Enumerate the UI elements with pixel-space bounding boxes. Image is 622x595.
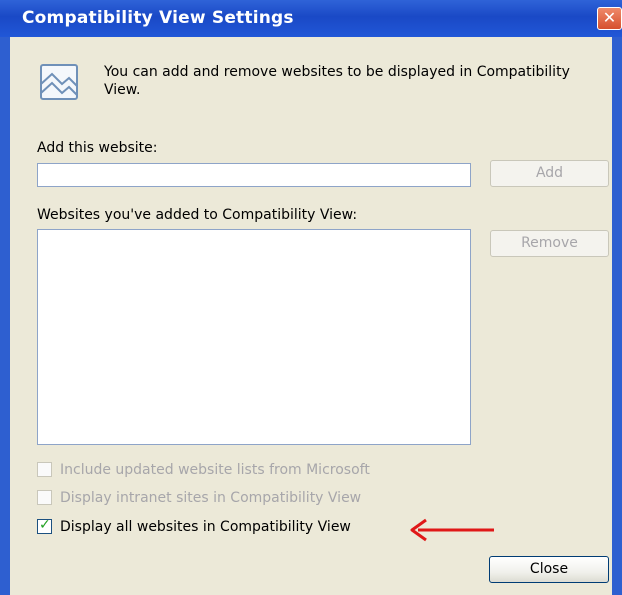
add-website-label: Add this website: [37,140,158,156]
websites-list[interactable] [37,229,471,445]
compatibility-view-dialog: Compatibility View Settings ✕ You can ad… [0,0,622,595]
remove-button[interactable]: Remove [490,230,609,257]
websites-list-label: Websites you've added to Compatibility V… [37,207,358,223]
info-text: You can add and remove websites to be di… [104,64,570,98]
red-arrow-icon [410,518,494,542]
option-display-intranet[interactable]: Display intranet sites in Compatibility … [37,488,457,508]
window-frame-right [612,37,622,595]
include-updated-lists-checkbox[interactable] [37,462,52,477]
close-icon: ✕ [602,8,617,27]
window-close-button[interactable]: ✕ [597,7,622,30]
title-bar[interactable]: Compatibility View Settings ✕ [0,0,622,37]
display-all-websites-checkbox[interactable]: ✓ [37,517,52,534]
compatibility-view-icon [40,64,78,100]
display-all-websites-label: Display all websites in Compatibility Vi… [60,519,351,535]
checkmark-icon: ✓ [39,517,51,533]
add-website-input[interactable] [37,163,471,187]
option-include-updated-lists[interactable]: Include updated website lists from Micro… [37,460,457,480]
option-display-all-websites[interactable]: ✓ Display all websites in Compatibility … [37,517,457,537]
display-intranet-label: Display intranet sites in Compatibility … [60,490,362,506]
add-button[interactable]: Add [490,160,609,187]
display-intranet-checkbox[interactable] [37,490,52,505]
window-frame-left [0,37,10,595]
include-updated-lists-label: Include updated website lists from Micro… [60,462,370,478]
close-button[interactable]: Close [489,556,609,583]
window-title: Compatibility View Settings [22,8,294,28]
